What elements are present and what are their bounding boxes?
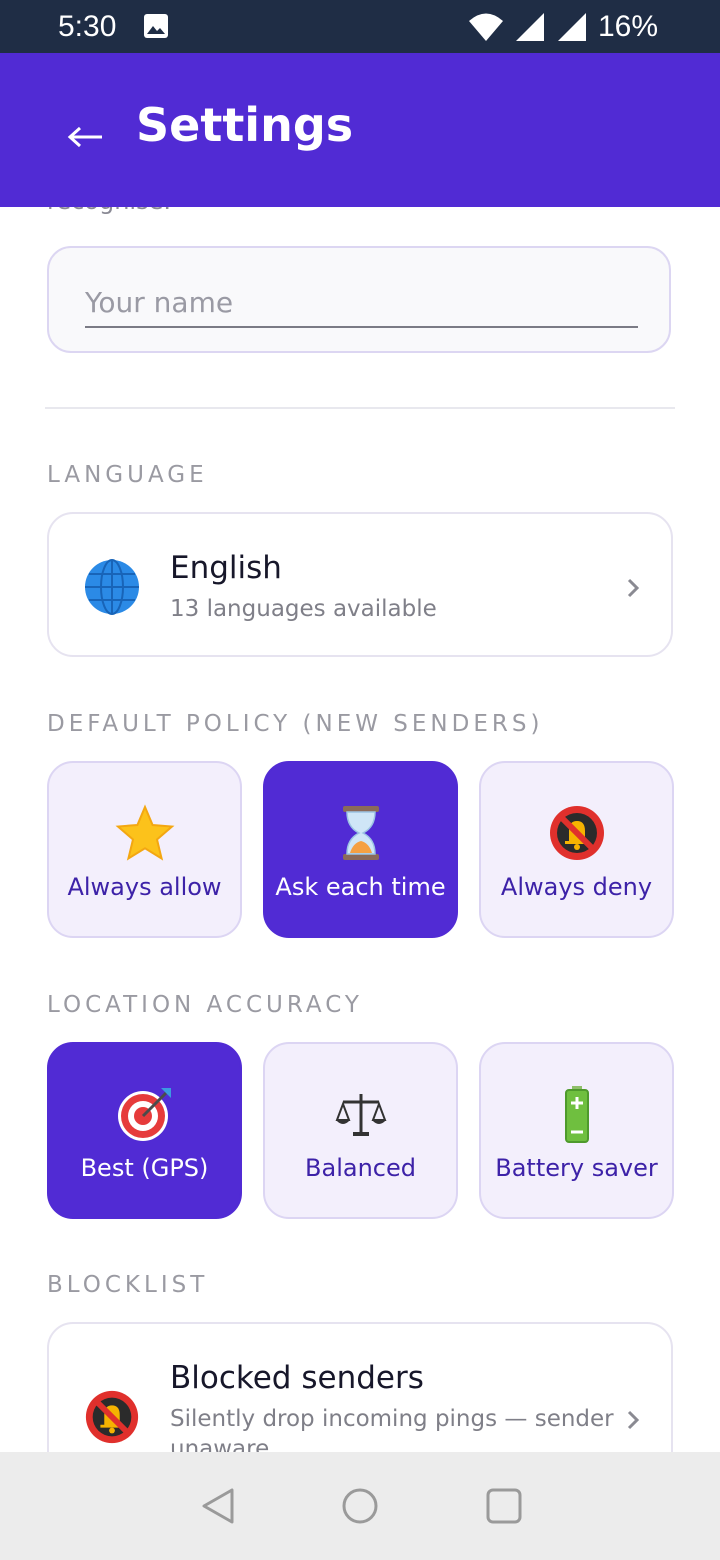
wifi-icon: [468, 13, 503, 41]
signal-icon-2: [557, 13, 586, 41]
back-nav-icon[interactable]: [198, 1486, 238, 1526]
policy-option-ask-each-time[interactable]: Ask each time: [263, 761, 458, 938]
option-label: Always allow: [67, 873, 222, 901]
policy-option-always-deny[interactable]: Always deny: [479, 761, 674, 938]
policy-option-always-allow[interactable]: Always allow: [47, 761, 242, 938]
language-selected: English: [170, 550, 282, 586]
hourglass-icon: [342, 806, 379, 860]
back-button[interactable]: [62, 113, 110, 161]
default-policy-section-label: DEFAULT POLICY (NEW SENDERS): [47, 711, 544, 737]
image-notification-icon: [144, 14, 168, 38]
target-icon: [117, 1088, 171, 1141]
name-card: [47, 246, 671, 353]
blocked-senders-row[interactable]: Blocked senders Silently drop incoming p…: [47, 1322, 673, 1452]
blocked-senders-subtitle: Silently drop incoming pings — sender: [170, 1406, 614, 1432]
name-input[interactable]: [85, 278, 638, 328]
bell-off-icon: [85, 1390, 139, 1444]
battery-icon: [564, 1086, 589, 1143]
bell-off-icon: [549, 806, 604, 860]
globe-icon: [85, 559, 139, 615]
scales-icon: [335, 1094, 386, 1136]
option-label: Always deny: [500, 873, 653, 901]
blocklist-section-label: BLOCKLIST: [47, 1272, 209, 1298]
option-label: Best (GPS): [80, 1154, 209, 1182]
chevron-right-icon: [627, 1410, 640, 1430]
status-bar: 5:30 16%: [0, 0, 720, 53]
settings-content[interactable]: recognise. LANGUAGE English 13 languages…: [0, 207, 720, 1452]
language-subtitle: 13 languages available: [170, 596, 437, 622]
language-row[interactable]: English 13 languages available: [47, 512, 673, 657]
blocked-senders-title: Blocked senders: [170, 1360, 424, 1396]
option-label: Battery saver: [495, 1154, 658, 1182]
option-label: Balanced: [305, 1154, 416, 1182]
divider: [45, 407, 675, 409]
status-time: 5:30: [58, 10, 117, 43]
language-section-label: LANGUAGE: [47, 462, 208, 488]
system-navigation-bar: [0, 1452, 720, 1560]
accuracy-option-balanced[interactable]: Balanced: [263, 1042, 458, 1219]
app-bar: Settings: [0, 53, 720, 207]
home-nav-icon[interactable]: [340, 1486, 380, 1526]
accuracy-option-best-gps[interactable]: Best (GPS): [47, 1042, 242, 1219]
recents-nav-icon[interactable]: [484, 1486, 524, 1526]
accuracy-option-battery-saver[interactable]: Battery saver: [479, 1042, 674, 1219]
back-arrow-icon: [67, 126, 102, 148]
blocked-senders-subtitle-overflow: unaware.: [170, 1436, 277, 1452]
star-icon: [115, 804, 174, 861]
signal-icon: [515, 13, 544, 41]
name-section-description: recognise.: [47, 207, 171, 217]
battery-percent: 16%: [597, 10, 658, 43]
option-label: Ask each time: [275, 873, 446, 901]
location-accuracy-section-label: LOCATION ACCURACY: [47, 992, 363, 1018]
chevron-right-icon: [627, 578, 640, 598]
page-title: Settings: [136, 98, 354, 152]
